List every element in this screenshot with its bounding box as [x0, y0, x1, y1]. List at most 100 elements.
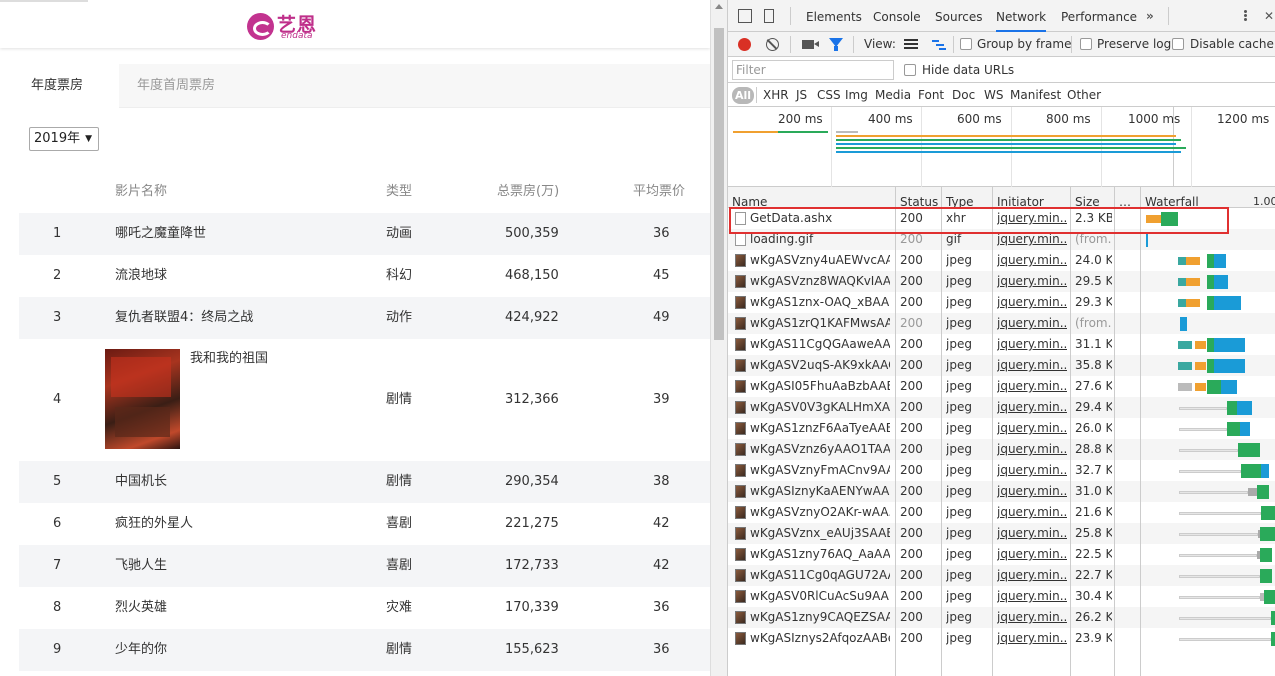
filter-funnel-icon[interactable] — [829, 38, 843, 51]
overview-icon[interactable] — [932, 39, 946, 50]
request-initiator[interactable]: jquery.min.... — [997, 334, 1067, 355]
film-name-cell[interactable]: 飞驰人生 — [115, 545, 167, 587]
preserve-log-checkbox[interactable] — [1080, 38, 1092, 50]
request-row[interactable]: wKgASV0V3gKALHmXA... 200 jpeg jquery.min...… — [728, 397, 1275, 418]
request-name[interactable]: wKgAS1znzF6AaTyeAAB... — [750, 418, 890, 439]
group-by-frame-checkbox[interactable] — [960, 38, 972, 50]
request-name[interactable]: wKgAS1zny9CAQEZSAA... — [750, 607, 890, 628]
request-initiator[interactable]: jquery.min.... — [997, 628, 1067, 649]
table-row[interactable]: 4 我和我的祖国 剧情 312,366 39 — [19, 339, 710, 461]
request-initiator[interactable]: jquery.min.... — [997, 355, 1067, 376]
request-name[interactable]: wKgASVznz8WAQKvIAA... — [750, 271, 890, 292]
type-filter-font[interactable]: Font — [918, 83, 944, 107]
type-filter-js[interactable]: JS — [796, 83, 807, 107]
request-initiator[interactable]: jquery.min.... — [997, 502, 1067, 523]
request-name[interactable]: wKgASVznyO2AKr-wAA... — [750, 502, 890, 523]
request-row[interactable]: wKgASVznz6yAAO1TAA... 200 jpeg jquery.min..… — [728, 439, 1275, 460]
request-initiator[interactable]: jquery.min.... — [997, 544, 1067, 565]
inspect-element-icon[interactable] — [738, 9, 752, 23]
request-row[interactable]: GetData.ashx 200 xhr jquery.min.... 2.3 KB — [728, 208, 1275, 229]
table-row[interactable]: 3 复仇者联盟4：终局之战 动作 424,922 49 — [19, 297, 710, 339]
request-row[interactable]: wKgAS11CgQGAaweAA... 200 jpeg jquery.min...… — [728, 334, 1275, 355]
request-row[interactable]: loading.gif 200 gif jquery.min.... (from... — [728, 229, 1275, 250]
request-initiator[interactable]: jquery.min.... — [997, 418, 1067, 439]
tab-annual-boxoffice[interactable]: 年度票房 — [0, 64, 119, 108]
request-row[interactable]: wKgASVznyFmACnv9AA... 200 jpeg jquery.min..… — [728, 460, 1275, 481]
table-row[interactable]: 7 飞驰人生 喜剧 172,733 42 — [19, 545, 710, 587]
table-row[interactable]: 6 疯狂的外星人 喜剧 221,275 42 — [19, 503, 710, 545]
request-name[interactable]: wKgASV0RlCuAcSu9AAB... — [750, 586, 890, 607]
table-row[interactable]: 8 烈火英雄 灾难 170,339 36 — [19, 587, 710, 629]
film-name-cell[interactable]: 中国机长 — [115, 461, 167, 503]
request-initiator[interactable]: jquery.min.... — [997, 607, 1067, 628]
request-row[interactable]: wKgAS1znx-OAQ_xBAA... 200 jpeg jquery.min..… — [728, 292, 1275, 313]
request-name[interactable]: wKgASIznyKaAENYwAA... — [750, 481, 890, 502]
request-row[interactable]: wKgASVznyO2AKr-wAA... 200 jpeg jquery.min..… — [728, 502, 1275, 523]
request-row[interactable]: wKgAS1zrQ1KAFMwsAA... 200 jpeg jquery.min..… — [728, 313, 1275, 334]
request-initiator[interactable]: jquery.min.... — [997, 271, 1067, 292]
type-filter-all[interactable]: All — [732, 87, 755, 104]
tab-console[interactable]: Console — [873, 0, 921, 34]
film-name-cell[interactable]: 流浪地球 — [115, 255, 167, 297]
tab-elements[interactable]: Elements — [806, 0, 862, 34]
clear-icon[interactable] — [766, 38, 779, 51]
type-filter-css[interactable]: CSS — [817, 83, 841, 107]
film-name-cell[interactable]: 复仇者联盟4：终局之战 — [115, 297, 253, 339]
film-name-cell[interactable]: 疯狂的外星人 — [115, 503, 193, 545]
tab-first-week-boxoffice[interactable]: 年度首周票房 — [137, 64, 215, 108]
type-filter-manifest[interactable]: Manifest — [1010, 83, 1061, 107]
request-name[interactable]: GetData.ashx — [750, 208, 890, 229]
type-filter-ws[interactable]: WS — [984, 83, 1003, 107]
screenshot-camera-icon[interactable] — [802, 40, 814, 49]
request-row[interactable]: wKgAS1znzF6AaTyeAAB... 200 jpeg jquery.min.… — [728, 418, 1275, 439]
request-initiator[interactable]: jquery.min.... — [997, 460, 1067, 481]
request-name[interactable]: wKgASV0V3gKALHmXA... — [750, 397, 890, 418]
disable-cache-checkbox[interactable] — [1172, 38, 1184, 50]
request-initiator[interactable]: jquery.min.... — [997, 523, 1067, 544]
request-row[interactable]: wKgAS1zny9CAQEZSAA... 200 jpeg jquery.min..… — [728, 607, 1275, 628]
request-row[interactable]: wKgASIznyKaAENYwAA... 200 jpeg jquery.min..… — [728, 481, 1275, 502]
table-row[interactable]: 5 中国机长 剧情 290,354 38 — [19, 461, 710, 503]
hide-data-urls-checkbox[interactable] — [904, 64, 916, 76]
device-toolbar-icon[interactable] — [764, 9, 774, 23]
request-name[interactable]: loading.gif — [750, 229, 890, 250]
year-select[interactable]: 2019年 ▼ — [29, 127, 99, 151]
type-filter-doc[interactable]: Doc — [952, 83, 975, 107]
request-name[interactable]: wKgASVznyFmACnv9AA... — [750, 460, 890, 481]
tab-sources[interactable]: Sources — [935, 0, 982, 34]
tab-network[interactable]: Network — [996, 0, 1047, 32]
table-row[interactable]: 2 流浪地球 科幻 468,150 45 — [19, 255, 710, 297]
request-name[interactable]: wKgAS1zrQ1KAFMwsAA... — [750, 313, 890, 334]
request-row[interactable]: wKgAS11Cg0qAGU72AA... 200 jpeg jquery.min..… — [728, 565, 1275, 586]
request-row[interactable]: wKgASV2uqS-AK9xkAAC... 200 jpeg jquery.min.… — [728, 355, 1275, 376]
page-scrollbar[interactable] — [710, 0, 727, 676]
film-name-cell[interactable]: 我和我的祖国 — [190, 349, 268, 369]
large-rows-icon[interactable] — [904, 39, 918, 50]
request-row[interactable]: wKgASVznx_eAUj3SAAB... 200 jpeg jquery.min.… — [728, 523, 1275, 544]
type-filter-img[interactable]: Img — [845, 83, 868, 107]
request-row[interactable]: wKgASVznz8WAQKvIAA... 200 jpeg jquery.min..… — [728, 271, 1275, 292]
request-initiator[interactable]: jquery.min.... — [997, 376, 1067, 397]
filter-input[interactable]: Filter — [732, 60, 894, 80]
request-initiator[interactable]: jquery.min.... — [997, 481, 1067, 502]
request-initiator[interactable]: jquery.min.... — [997, 397, 1067, 418]
request-initiator[interactable]: jquery.min.... — [997, 229, 1067, 250]
record-icon[interactable] — [738, 38, 751, 51]
film-name-cell[interactable]: 哪吒之魔童降世 — [115, 213, 206, 255]
type-filter-other[interactable]: Other — [1067, 83, 1101, 107]
table-row[interactable]: 9 少年的你 剧情 155,623 36 — [19, 629, 710, 671]
scrollbar-thumb[interactable] — [714, 28, 724, 340]
request-name[interactable]: wKgASIznys2AfqozAABe... — [750, 628, 890, 649]
request-name[interactable]: wKgAS1znx-OAQ_xBAA... — [750, 292, 890, 313]
kebab-menu-icon[interactable] — [1244, 10, 1247, 13]
request-row[interactable]: wKgASV0RlCuAcSu9AAB... 200 jpeg jquery.min.… — [728, 586, 1275, 607]
request-name[interactable]: wKgAS11CgQGAaweAA... — [750, 334, 890, 355]
request-initiator[interactable]: jquery.min.... — [997, 565, 1067, 586]
request-name[interactable]: wKgASI05FhuAaBzbAAB... — [750, 376, 890, 397]
request-name[interactable]: wKgAS1zny76AQ_AaAA... — [750, 544, 890, 565]
request-name[interactable]: wKgASVzny4uAEWvcAA... — [750, 250, 890, 271]
scroll-up-icon[interactable] — [715, 4, 723, 9]
endata-logo[interactable]: 艺恩 endata — [247, 12, 327, 42]
movie-poster[interactable] — [105, 349, 180, 449]
request-name[interactable]: wKgASVznz6yAAO1TAA... — [750, 439, 890, 460]
